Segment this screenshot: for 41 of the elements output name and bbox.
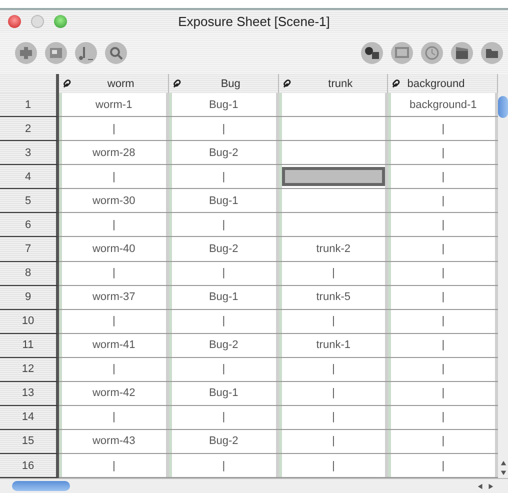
- frame-number: 16: [0, 454, 59, 478]
- music-note-icon[interactable]: [74, 41, 98, 65]
- down-arrow-icon[interactable]: [500, 469, 506, 476]
- scroll-thumb[interactable]: [12, 481, 70, 491]
- magnifier-icon[interactable]: [104, 41, 128, 65]
- scroll-thumb[interactable]: [498, 96, 508, 118]
- left-arrow-icon[interactable]: [477, 482, 484, 490]
- folder-icon[interactable]: [480, 41, 504, 65]
- frame-number: 13: [0, 382, 59, 406]
- shapes-icon[interactable]: [360, 41, 384, 65]
- up-arrow-icon[interactable]: [500, 460, 506, 467]
- monitor-icon[interactable]: [390, 41, 414, 65]
- frame-number: 12: [0, 358, 59, 382]
- vertical-scrollbar[interactable]: [498, 74, 508, 478]
- frame-number: 7: [0, 237, 59, 262]
- frame-number: 10: [0, 310, 59, 334]
- selected-cell[interactable]: [282, 167, 386, 186]
- image-icon[interactable]: [44, 41, 68, 65]
- close-button[interactable]: [8, 14, 21, 28]
- frame-number: 14: [0, 406, 59, 430]
- column-title: worm: [107, 78, 134, 90]
- column-title: Bug: [220, 78, 240, 90]
- frame-number: 6: [0, 213, 59, 238]
- right-arrow-icon[interactable]: [487, 482, 494, 490]
- column-title: trunk: [328, 78, 353, 90]
- frame-number: 9: [0, 286, 59, 310]
- zoom-button[interactable]: [54, 14, 67, 28]
- frame-number: 11: [0, 334, 59, 358]
- column-title: background: [407, 78, 465, 90]
- frame-number: 8: [0, 262, 59, 286]
- frame-number: 2: [0, 117, 59, 142]
- clock-icon[interactable]: [420, 41, 444, 65]
- horizontal-scrollbar[interactable]: [0, 478, 508, 493]
- window-title: Exposure Sheet [Scene-1]: [178, 14, 330, 28]
- frame-number: 15: [0, 430, 59, 454]
- frame-number: 4: [0, 165, 59, 190]
- frame-number: 1: [0, 93, 59, 118]
- link-icon: [282, 78, 294, 90]
- frame-number: 3: [0, 141, 59, 166]
- frame-number: 5: [0, 189, 59, 214]
- puzzle-icon[interactable]: [14, 41, 38, 65]
